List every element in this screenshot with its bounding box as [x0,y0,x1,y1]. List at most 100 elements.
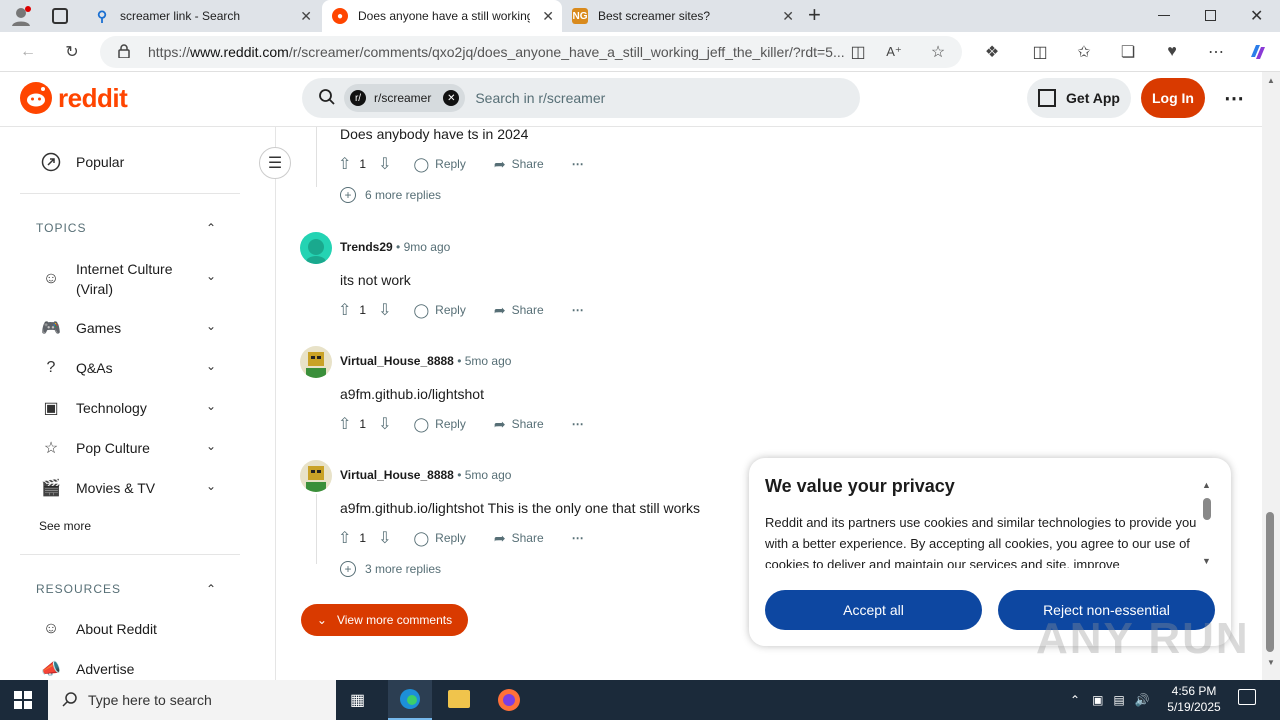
upvote-icon[interactable]: ⇧ [338,300,351,320]
sidebar-item-technology[interactable]: ▣ Technology [40,397,146,419]
volume-icon[interactable]: 🔊 [1135,693,1150,707]
comment-author[interactable]: Virtual_House_8888 • 5mo ago [340,354,511,368]
upvote-icon[interactable]: ⇧ [338,154,351,174]
dialog-scroll-up-icon[interactable]: ▲ [1202,480,1211,490]
sidebar-item-about-reddit[interactable]: ☺ About Reddit [40,618,157,640]
file-explorer-icon[interactable] [448,690,470,708]
scroll-up-icon[interactable]: ▲ [1267,76,1275,85]
windows-start-icon[interactable] [14,691,32,714]
sidebar-item-popular[interactable]: Popular [40,151,124,173]
taskbar-search-box[interactable]: Type here to search [48,680,336,720]
comment-overflow-icon[interactable]: ⋯ [572,157,584,171]
get-app-button[interactable]: Get App [1027,78,1131,118]
tab-reddit-active[interactable]: ● Does anyone have a still working ✕ [322,0,562,32]
downvote-icon[interactable]: ⇩ [378,154,391,174]
sidebar-item-movies-tv[interactable]: 🎬 Movies & TV [40,477,155,499]
firefox-icon[interactable] [497,688,521,717]
comment-author[interactable]: Trends29 • 9mo ago [340,240,450,254]
new-tab-button[interactable]: + [808,2,821,28]
tray-app-icon[interactable]: ▣ [1092,693,1103,707]
share-button[interactable]: ➦ Share [494,156,544,173]
reddit-logo[interactable]: reddit [20,82,128,114]
view-more-comments-button[interactable]: ⌄ View more comments [301,604,468,636]
app-available-icon[interactable]: ◫ [846,40,870,64]
profile-icon[interactable] [10,5,32,27]
sidebar-item-internet-culture[interactable]: ☺ Internet Culture (Viral) [40,259,186,299]
collections-icon[interactable]: ❏ [1116,40,1140,64]
overflow-menu-icon[interactable]: ⋯ [1224,86,1244,111]
network-icon[interactable]: ▤ [1113,693,1124,707]
search-bar[interactable]: r/ r/screamer ✕ Search in r/screamer [302,78,860,118]
page-scrollbar[interactable]: ▲ ▼ [1262,72,1280,680]
more-replies-link[interactable]: + 3 more replies [340,561,441,577]
sidebar-item-pop-culture[interactable]: ☆ Pop Culture [40,437,150,459]
reply-button[interactable]: ◯ Reply [414,530,466,547]
avatar[interactable] [300,232,332,264]
share-button[interactable]: ➦ Share [494,302,544,319]
remove-filter-icon[interactable]: ✕ [443,90,460,106]
topics-heading[interactable]: TOPICS [36,221,86,235]
reply-button[interactable]: ◯ Reply [414,416,466,433]
dialog-scroll-down-icon[interactable]: ▼ [1202,556,1211,566]
back-icon[interactable]: ← [16,40,40,64]
restore-icon[interactable] [1205,10,1216,21]
subreddit-filter-chip[interactable]: r/ r/screamer ✕ [344,84,466,112]
clock[interactable]: 4:56 PM 5/19/2025 [1166,683,1222,715]
chevron-up-icon[interactable]: ⌃ [206,582,216,596]
see-more-link[interactable]: See more [39,519,91,533]
tab-search[interactable]: ⚲ screamer link - Search ✕ [84,0,320,32]
chevron-down-icon[interactable]: ⌄ [206,399,216,413]
avatar[interactable] [300,346,332,378]
downvote-icon[interactable]: ⇩ [378,414,391,434]
chevron-down-icon[interactable]: ⌄ [206,269,216,283]
minimize-icon[interactable] [1158,15,1170,16]
split-screen-icon[interactable]: ◫ [1028,40,1052,64]
accept-all-button[interactable]: Accept all [765,590,982,630]
share-button[interactable]: ➦ Share [494,530,544,547]
chevron-down-icon[interactable]: ⌄ [206,439,216,453]
chevron-up-icon[interactable]: ⌃ [1070,693,1080,707]
login-button[interactable]: Log In [1141,78,1205,118]
scroll-down-icon[interactable]: ▼ [1267,658,1275,667]
sidebar-toggle-button[interactable]: ☰ [259,147,291,179]
avatar[interactable] [300,460,332,492]
favorites-icon[interactable]: ✩ [1072,40,1096,64]
close-tab-icon[interactable]: ✕ [300,8,312,25]
upvote-icon[interactable]: ⇧ [338,528,351,548]
chevron-down-icon[interactable]: ⌄ [206,319,216,333]
comment-author[interactable]: Virtual_House_8888 • 5mo ago [340,468,511,482]
sidebar-item-qas[interactable]: ? Q&As [40,357,113,379]
comment-overflow-icon[interactable]: ⋯ [572,417,584,431]
upvote-icon[interactable]: ⇧ [338,414,351,434]
read-aloud-icon[interactable]: A⁺ [882,40,906,64]
tab-actions-icon[interactable] [52,8,68,24]
comment-overflow-icon[interactable]: ⋯ [572,303,584,317]
comment-overflow-icon[interactable]: ⋯ [572,531,584,545]
close-tab-icon[interactable]: ✕ [782,8,794,25]
url-field[interactable]: https://www.reddit.com/r/screamer/commen… [100,36,962,68]
chevron-down-icon[interactable]: ⌄ [206,359,216,373]
settings-more-icon[interactable]: ⋯ [1204,40,1228,64]
sidebar-item-advertise[interactable]: 📣 Advertise [40,658,134,680]
copilot-icon[interactable] [1246,40,1270,64]
lock-icon[interactable] [118,44,130,59]
more-replies-link[interactable]: + 6 more replies [340,187,441,203]
tab-ng[interactable]: NG Best screamer sites? ✕ [562,0,802,32]
refresh-icon[interactable]: ↻ [60,40,84,64]
extensions-icon[interactable]: ❖ [980,40,1004,64]
close-window-icon[interactable]: ✕ [1250,6,1263,26]
resources-heading[interactable]: RESOURCES [36,582,121,596]
reply-button[interactable]: ◯ Reply [414,302,466,319]
chevron-down-icon[interactable]: ⌄ [206,479,216,493]
close-tab-icon[interactable]: ✕ [542,8,554,25]
favorite-star-icon[interactable]: ☆ [926,40,950,64]
downvote-icon[interactable]: ⇩ [378,528,391,548]
sidebar-item-games[interactable]: 🎮 Games [40,317,121,339]
dialog-scrollbar-thumb[interactable] [1203,498,1211,520]
reply-button[interactable]: ◯ Reply [414,156,466,173]
edge-taskbar-icon[interactable] [388,680,432,720]
scrollbar-thumb[interactable] [1266,512,1274,652]
notification-icon[interactable] [1238,689,1256,705]
share-button[interactable]: ➦ Share [494,416,544,433]
chevron-up-icon[interactable]: ⌃ [206,221,216,235]
